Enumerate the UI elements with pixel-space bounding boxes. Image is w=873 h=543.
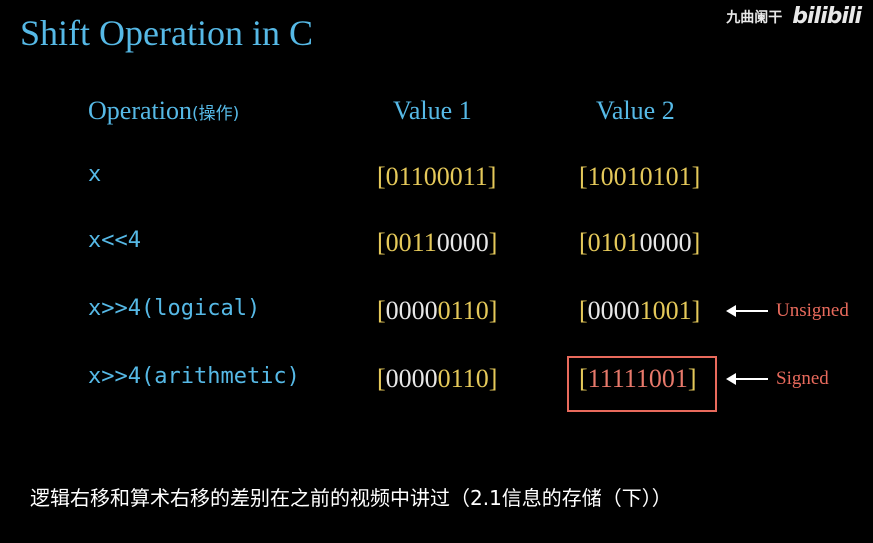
arrow-left-icon	[726, 373, 768, 385]
unsigned-annotation: Unsigned	[726, 300, 849, 322]
watermark: 九曲阑干 bilibili	[726, 4, 862, 29]
row3-value1: [00000110]	[377, 296, 497, 326]
row2-value1: [00110000]	[377, 228, 497, 258]
fill-bits: 0000	[385, 364, 438, 393]
bracket-close: ]	[488, 228, 498, 257]
bits: 0110	[437, 296, 489, 325]
bracket-open: [	[377, 228, 386, 257]
bits: 0101	[587, 228, 640, 257]
bracket-close: ]	[691, 162, 701, 191]
bracket-close: ]	[687, 364, 697, 393]
bracket-open: [	[579, 228, 588, 257]
bracket-open: [	[579, 364, 588, 393]
bracket-open: [	[377, 364, 386, 393]
header-operation-cn: (操作)	[191, 104, 240, 124]
bits: 01100011	[385, 162, 488, 191]
header-value1: Value 1	[393, 96, 472, 125]
bracket-open: [	[579, 296, 588, 325]
row2-value2: [01010000]	[579, 228, 700, 258]
page-title: Shift Operation in C	[20, 13, 313, 53]
signed-annotation: Signed	[726, 368, 829, 390]
bracket-open: [	[579, 162, 588, 191]
row1-value2: [10010101]	[579, 162, 700, 192]
header-value2: Value 2	[596, 96, 675, 125]
bits: 1001	[639, 296, 692, 325]
bracket-close: ]	[691, 296, 701, 325]
bits: 0110	[437, 364, 489, 393]
row-op-logical-shift: x>>4(logical)	[88, 296, 261, 321]
bilibili-logo: bilibili	[792, 4, 862, 29]
fill-bits: 0000	[436, 228, 489, 257]
arrow-left-icon	[726, 305, 768, 317]
bits: 0011	[385, 228, 437, 257]
bits: 11111001	[587, 364, 688, 393]
row-op-left-shift: x<<4	[88, 228, 141, 253]
signed-label: Signed	[776, 368, 829, 389]
fill-bits: 0000	[587, 296, 640, 325]
bracket-close: ]	[691, 228, 701, 257]
row-op-arithmetic-shift: x>>4(arithmetic)	[88, 364, 300, 389]
row-op-x: x	[88, 162, 102, 187]
subtitle-caption: 逻辑右移和算术右移的差别在之前的视频中讲过（2.1信息的存储（下））	[30, 486, 672, 510]
row1-value1: [01100011]	[377, 162, 496, 192]
bracket-close: ]	[488, 296, 498, 325]
header-operation: Operation(操作)	[88, 96, 239, 126]
fill-bits: 0000	[385, 296, 438, 325]
header-operation-label: Operation	[88, 96, 192, 125]
row3-value2: [00001001]	[579, 296, 700, 326]
unsigned-label: Unsigned	[776, 300, 849, 321]
bracket-open: [	[377, 162, 386, 191]
watermark-text: 九曲阑干	[726, 9, 783, 26]
fill-bits: 0000	[639, 228, 692, 257]
bracket-close: ]	[487, 162, 497, 191]
bits: 10010101	[587, 162, 692, 191]
row4-value2: [11111001]	[579, 364, 696, 394]
bracket-open: [	[377, 296, 386, 325]
bracket-close: ]	[488, 364, 498, 393]
row4-value1: [00000110]	[377, 364, 497, 394]
